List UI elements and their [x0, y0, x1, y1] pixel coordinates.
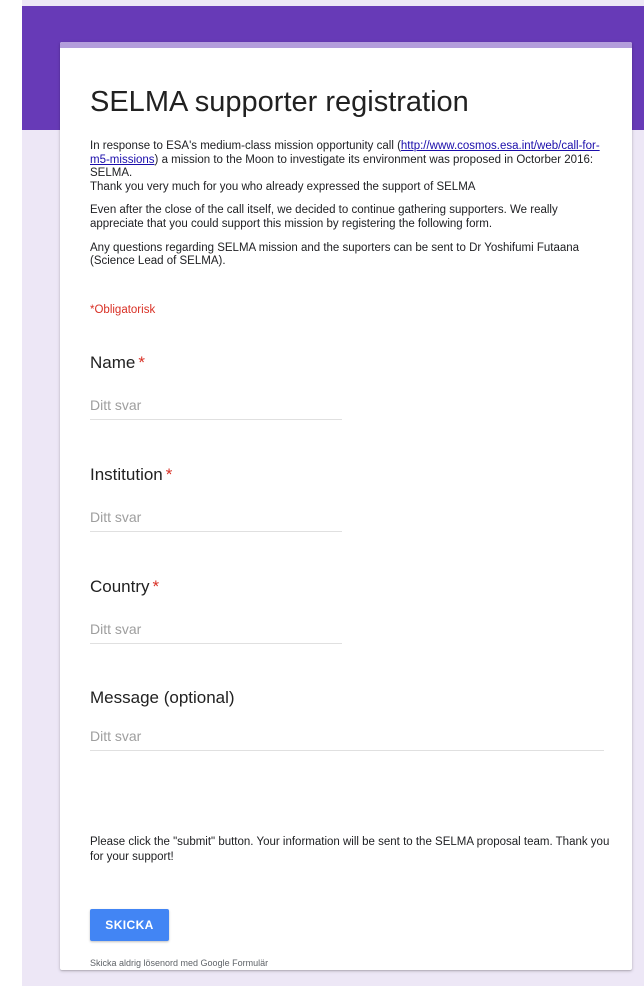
name-input[interactable]	[90, 395, 342, 420]
intro-before-link: In response to ESA's medium-class missio…	[90, 140, 401, 152]
question-label: Country *	[90, 577, 160, 596]
question-name: Name *	[90, 353, 342, 420]
description-intro: In response to ESA's medium-class missio…	[90, 140, 610, 194]
form-title: SELMA supporter registration	[90, 86, 469, 118]
required-asterisk: *	[165, 465, 173, 484]
message-input[interactable]	[90, 726, 604, 751]
form-description: In response to ESA's medium-class missio…	[90, 140, 610, 279]
required-asterisk: *	[152, 577, 160, 596]
intro-after-link: ) a mission to the Moon to investigate i…	[90, 153, 594, 180]
card-accent-bar	[60, 42, 632, 48]
question-label: Name *	[90, 353, 145, 372]
closing-text: Please click the "submit" button. Your i…	[90, 836, 610, 863]
question-country: Country *	[90, 577, 342, 644]
thanks-text: Thank you very much for you who already …	[90, 180, 476, 193]
form-card: SELMA supporter registration In response…	[60, 42, 632, 970]
question-message: Message (optional)	[90, 688, 604, 751]
question-institution: Institution *	[90, 465, 342, 532]
institution-input[interactable]	[90, 507, 342, 532]
required-note: *Obligatorisk	[90, 304, 156, 316]
footer-note: Skicka aldrig lösenord med Google Formul…	[90, 958, 269, 968]
submit-button[interactable]: SKICKA	[90, 909, 169, 941]
question-label: Message (optional)	[90, 688, 235, 707]
country-input[interactable]	[90, 619, 342, 644]
description-paragraph-3: Any questions regarding SELMA mission an…	[90, 241, 580, 268]
required-asterisk: *	[138, 353, 145, 372]
question-label: Institution *	[90, 465, 173, 484]
description-paragraph-2: Even after the close of the call itself,…	[90, 204, 558, 230]
